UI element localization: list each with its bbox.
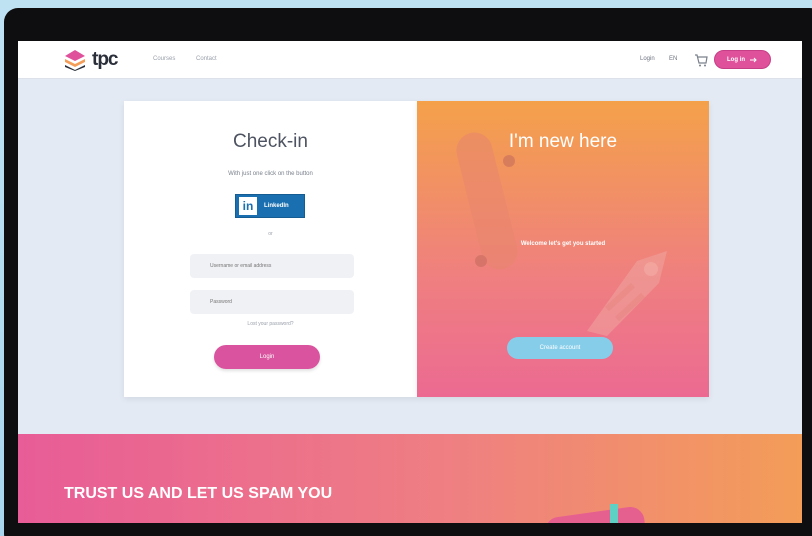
newsletter-heading: TRUST US AND LET US SPAM YOU <box>64 485 333 502</box>
header-login-button[interactable]: Log in <box>714 50 771 69</box>
skateboard-illustration-bottom <box>545 504 645 523</box>
brand-name[interactable]: tpc <box>92 49 118 71</box>
nav-link-contact[interactable]: Contact <box>196 56 217 62</box>
linkedin-label: LinkedIn <box>264 203 289 209</box>
or-divider: or <box>268 231 273 237</box>
linkedin-login-button[interactable]: in LinkedIn <box>235 194 305 218</box>
login-button[interactable]: Login <box>214 345 320 369</box>
password-input[interactable] <box>190 290 354 314</box>
rocket-illustration <box>587 251 667 336</box>
checkin-panel: Check-in With just one click on the butt… <box>124 101 417 397</box>
logo-icon[interactable] <box>64 49 86 71</box>
cart-icon[interactable] <box>693 52 709 68</box>
signup-title: I'm new here <box>508 131 618 152</box>
linkedin-icon: in <box>239 197 257 215</box>
browser-screen: tpc Courses Contact Login EN Log in Chec… <box>18 41 802 523</box>
nav-login-link[interactable]: Login <box>640 56 655 62</box>
forgot-password-link[interactable]: Lost your password? <box>124 321 417 327</box>
nav-link-courses[interactable]: Courses <box>153 56 175 62</box>
language-selector[interactable]: EN <box>669 56 677 62</box>
login-arrow-icon <box>750 57 757 62</box>
username-input[interactable] <box>190 254 354 278</box>
header-login-label: Log in <box>727 56 745 63</box>
signup-panel: I'm new here Welcome let's get you start… <box>417 101 709 397</box>
newsletter-band: TRUST US AND LET US SPAM YOU <box>18 434 802 523</box>
checkin-title: Check-in <box>233 131 308 152</box>
checkin-subtitle: With just one click on the button <box>228 171 313 177</box>
top-nav: tpc Courses Contact Login EN Log in <box>18 41 802 79</box>
signup-welcome: Welcome let's get you started <box>520 241 606 247</box>
create-account-button[interactable]: Create account <box>507 337 613 359</box>
